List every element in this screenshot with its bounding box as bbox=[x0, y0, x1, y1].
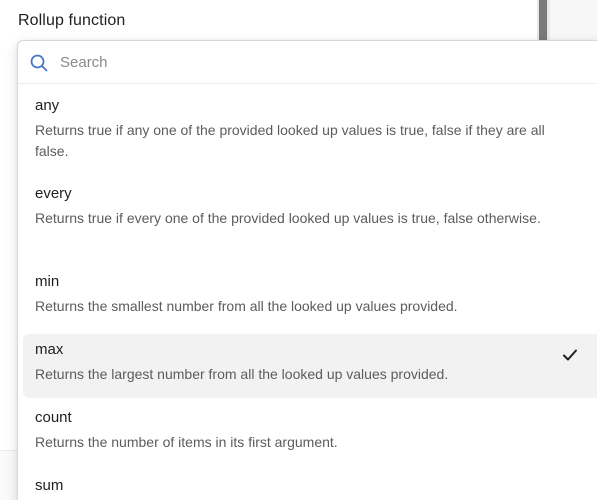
rollup-settings-panel: Rollup function any Returns true if any … bbox=[0, 0, 597, 500]
rollup-function-dropdown: any Returns true if any one of the provi… bbox=[17, 40, 597, 500]
option-name: every bbox=[35, 185, 72, 202]
option-description: Returns the smallest number from all the… bbox=[35, 298, 458, 314]
checkmark-icon bbox=[563, 349, 577, 361]
option-description: Returns true if any one of the provided … bbox=[35, 122, 545, 159]
option-max[interactable]: max Returns the largest number from all … bbox=[23, 334, 597, 398]
option-sum[interactable]: sum bbox=[23, 470, 597, 500]
option-description: Returns the largest number from all the … bbox=[35, 366, 449, 382]
option-description: Returns the number of items in its first… bbox=[35, 434, 338, 450]
option-description: Returns true if every one of the provide… bbox=[35, 210, 541, 226]
option-every[interactable]: every Returns true if every one of the p… bbox=[23, 178, 597, 262]
option-name: sum bbox=[35, 477, 64, 494]
option-name: any bbox=[35, 97, 60, 114]
option-any[interactable]: any Returns true if any one of the provi… bbox=[23, 90, 597, 174]
option-name: min bbox=[35, 273, 60, 290]
search-input[interactable] bbox=[60, 50, 560, 74]
rollup-function-label: Rollup function bbox=[18, 12, 126, 29]
option-count[interactable]: count Returns the number of items in its… bbox=[23, 402, 597, 466]
search-icon bbox=[30, 54, 48, 72]
search-bar bbox=[18, 41, 597, 84]
option-min[interactable]: min Returns the smallest number from all… bbox=[23, 266, 597, 330]
scrollbar-thumb[interactable] bbox=[539, 0, 547, 44]
option-name: count bbox=[35, 409, 72, 426]
function-option-list: any Returns true if any one of the provi… bbox=[18, 84, 597, 500]
option-name: max bbox=[35, 341, 64, 358]
